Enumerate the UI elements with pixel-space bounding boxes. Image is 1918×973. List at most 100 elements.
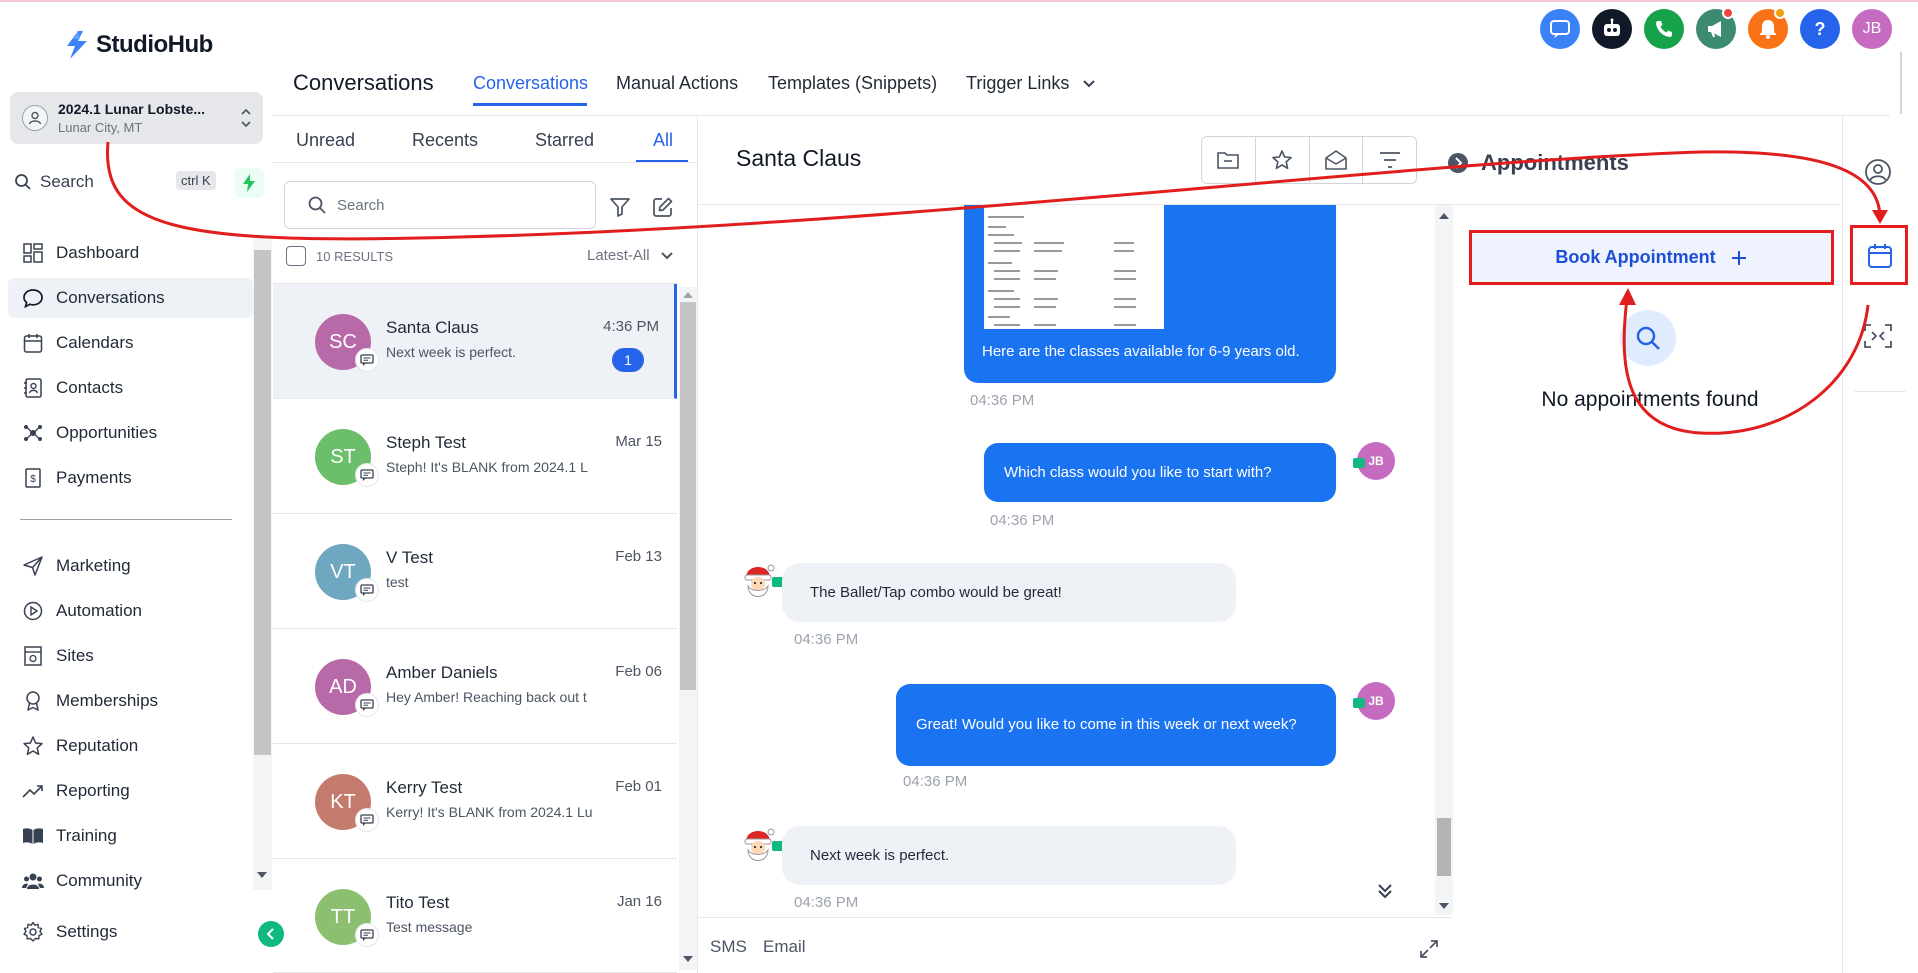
- send-icon: [23, 556, 43, 576]
- scroll-up-arrow-icon[interactable]: [682, 291, 694, 299]
- sms-channel-icon: [1353, 458, 1365, 468]
- conversation-item[interactable]: KT Kerry Test Kerry! It's BLANK from 2024.…: [273, 744, 677, 859]
- bell-icon: [1760, 20, 1776, 39]
- message-time: 04:36 PM: [970, 392, 1035, 409]
- conversation-item[interactable]: VT V Test test Feb 13: [273, 514, 677, 629]
- tab-manual-actions[interactable]: Manual Actions: [616, 73, 738, 94]
- window-edge: [1900, 52, 1902, 114]
- sidebar-item-community[interactable]: Community: [8, 861, 253, 901]
- santa-avatar-icon: [744, 564, 775, 597]
- sidebar-item-payments[interactable]: $ Payments: [8, 458, 253, 498]
- quick-action-button[interactable]: [234, 168, 264, 198]
- conversation-item[interactable]: TT Tito Test Test message Jan 16: [273, 859, 677, 973]
- sidebar-item-reputation[interactable]: Reputation: [8, 726, 253, 766]
- chat-scrollbar[interactable]: [1435, 205, 1453, 915]
- conversation-item[interactable]: ST Steph Test Steph! It's BLANK from 2024.…: [273, 399, 677, 514]
- conversation-item[interactable]: AD Amber Daniels Hey Amber! Reaching back …: [273, 629, 677, 744]
- notifications-button[interactable]: [1748, 7, 1788, 49]
- calendar-icon: [1868, 244, 1892, 268]
- sidebar-item-conversations[interactable]: Conversations: [8, 278, 253, 318]
- sidebar-item-settings[interactable]: Settings: [8, 912, 253, 952]
- sidebar-item-label: Conversations: [56, 288, 165, 307]
- outgoing-message[interactable]: Which class would you like to start with…: [984, 443, 1336, 502]
- account-switcher[interactable]: 2024.1 Lunar Lobste... Lunar City, MT: [10, 92, 263, 144]
- filter-all[interactable]: All: [653, 130, 673, 151]
- announcements-button[interactable]: [1696, 7, 1736, 49]
- scroll-up-arrow-icon[interactable]: [1438, 212, 1450, 220]
- scroll-down-arrow-icon[interactable]: [256, 871, 268, 879]
- scroll-down-arrow-icon[interactable]: [682, 955, 694, 963]
- contact-details-button[interactable]: [1862, 156, 1894, 188]
- tab-templates[interactable]: Templates (Snippets): [768, 73, 937, 94]
- star-button[interactable]: [1256, 137, 1310, 183]
- tab-trigger-links[interactable]: Trigger Links: [966, 73, 1096, 94]
- chat-icon: [23, 289, 43, 309]
- conversation-name: Amber Daniels: [386, 663, 498, 682]
- incoming-message[interactable]: Next week is perfect.: [782, 826, 1236, 885]
- chat-widget-button[interactable]: [1540, 9, 1580, 49]
- scroll-to-bottom-icon[interactable]: [1374, 880, 1396, 902]
- gear-icon: [23, 921, 43, 942]
- empty-state-illustration: [1620, 310, 1676, 366]
- composer-tab-sms[interactable]: SMS: [710, 937, 747, 957]
- appointments-title: Appointments: [1481, 150, 1629, 175]
- automation-icon: [23, 601, 43, 621]
- appointments-header: Appointments: [1447, 150, 1629, 176]
- sidebar-item-memberships[interactable]: Memberships: [8, 681, 253, 721]
- filter-lines-icon: [1379, 152, 1400, 168]
- sidebar-item-label: Memberships: [56, 691, 159, 710]
- sidebar-item-label: Payments: [56, 468, 132, 487]
- book-appointment-button[interactable]: Book Appointment: [1469, 230, 1834, 285]
- filter-icon[interactable]: [609, 196, 631, 218]
- ai-bot-button[interactable]: [1592, 9, 1632, 49]
- sidebar-item-sites[interactable]: Sites: [8, 636, 253, 676]
- image-message-bubble[interactable]: Here are the classes available for 6-9 y…: [964, 205, 1336, 383]
- tab-conversations[interactable]: Conversations: [473, 73, 588, 94]
- appointments-tab-button[interactable]: [1850, 225, 1908, 285]
- compose-icon[interactable]: [652, 196, 674, 218]
- results-count: 10 RESULTS: [316, 248, 394, 264]
- book-appointment-label: Book Appointment: [1555, 247, 1716, 267]
- class-schedule-image[interactable]: [984, 205, 1164, 329]
- user-avatar[interactable]: JB: [1852, 9, 1892, 49]
- list-scrollbar-thumb[interactable]: [680, 302, 696, 690]
- mark-unread-button[interactable]: [1310, 137, 1364, 183]
- notification-dot: [1722, 7, 1734, 19]
- sidebar-item-reporting[interactable]: Reporting: [8, 771, 253, 811]
- chevron-updown-icon: [241, 108, 251, 128]
- account-user-icon: [22, 105, 48, 131]
- conversation-item[interactable]: SC Santa Claus Next week is perfect. 4:36 P…: [273, 284, 677, 399]
- conversation-preview: Kerry! It's BLANK from 2024.1 Lu: [386, 804, 593, 820]
- filter-messages-button[interactable]: [1363, 137, 1416, 183]
- sidebar-item-opportunities[interactable]: Opportunities: [8, 413, 253, 453]
- composer-tab-email[interactable]: Email: [763, 937, 806, 957]
- help-button[interactable]: ?: [1800, 9, 1840, 49]
- search-icon: [15, 174, 31, 190]
- app-logo[interactable]: StudioHub: [64, 30, 213, 60]
- conversation-search-input[interactable]: Search: [284, 181, 596, 229]
- sidebar-item-dashboard[interactable]: Dashboard: [8, 233, 253, 273]
- chat-scrollbar-thumb[interactable]: [1437, 818, 1451, 876]
- filter-starred[interactable]: Starred: [535, 130, 594, 151]
- phone-button[interactable]: [1644, 9, 1684, 49]
- sort-dropdown[interactable]: Latest-All: [587, 247, 674, 264]
- outgoing-message[interactable]: Great! Would you like to come in this we…: [896, 684, 1336, 766]
- sidebar-scrollbar-thumb[interactable]: [254, 250, 271, 755]
- sidebar-item-marketing[interactable]: Marketing: [8, 546, 253, 586]
- sidebar-item-automation[interactable]: Automation: [8, 591, 253, 631]
- scan-button[interactable]: [1862, 320, 1894, 352]
- sidebar-divider: [20, 519, 232, 520]
- sidebar-item-training[interactable]: Training: [8, 816, 253, 856]
- incoming-message[interactable]: The Ballet/Tap combo would be great!: [782, 563, 1236, 622]
- filter-unread[interactable]: Unread: [296, 130, 355, 151]
- expand-icon[interactable]: [1418, 938, 1440, 960]
- scroll-down-arrow-icon[interactable]: [1438, 902, 1450, 910]
- select-all-checkbox[interactable]: [286, 246, 306, 266]
- filter-recents[interactable]: Recents: [412, 130, 478, 151]
- envelope-open-icon: [1325, 150, 1347, 170]
- sidebar-item-contacts[interactable]: Contacts: [8, 368, 253, 408]
- sidebar-item-calendars[interactable]: Calendars: [8, 323, 253, 363]
- archive-button[interactable]: [1202, 137, 1256, 183]
- collapse-arrow-icon[interactable]: [1447, 152, 1469, 174]
- composer-divider: [698, 917, 1452, 918]
